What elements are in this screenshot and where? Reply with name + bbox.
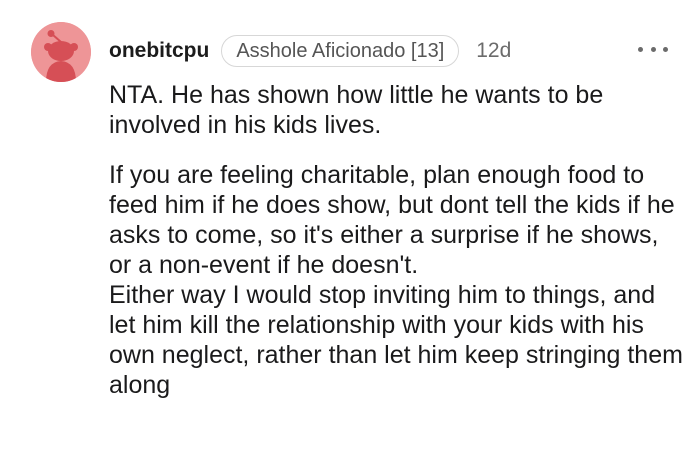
- user-flair-badge: Asshole Aficionado [13]: [221, 35, 460, 67]
- comment: onebitcpu Asshole Aficionado [13] 12d NT…: [0, 0, 700, 464]
- comment-body: NTA. He has shown how little he wants to…: [109, 80, 684, 400]
- more-horizontal-icon: [638, 46, 643, 52]
- user-avatar[interactable]: [31, 22, 91, 82]
- more-horizontal-icon-dot: [650, 46, 656, 52]
- username-link[interactable]: onebitcpu: [109, 39, 209, 63]
- comment-paragraph: If you are feeling charitable, plan enou…: [109, 161, 675, 279]
- comment-paragraph: Either way I would stop inviting him to …: [109, 281, 683, 399]
- more-options-button[interactable]: [638, 39, 668, 59]
- more-horizontal-icon-dot: [663, 46, 668, 52]
- comment-header: onebitcpu Asshole Aficionado [13] 12d: [109, 34, 511, 68]
- reddit-snoo-avatar-icon: [31, 22, 91, 82]
- comment-paragraph: NTA. He has shown how little he wants to…: [109, 81, 604, 139]
- comment-timestamp: 12d: [476, 39, 512, 62]
